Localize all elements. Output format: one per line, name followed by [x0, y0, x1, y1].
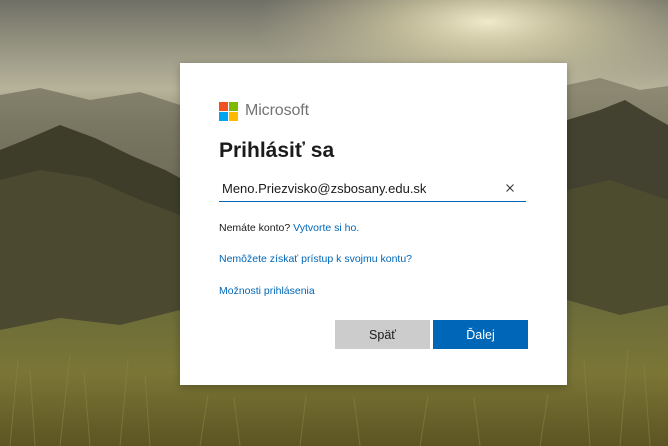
next-button[interactable]: Ďalej	[433, 320, 528, 349]
microsoft-logo-icon	[219, 101, 238, 121]
clear-icon[interactable]	[503, 181, 517, 195]
microsoft-logo: Microsoft	[219, 101, 309, 121]
logo-square-blue	[219, 111, 228, 121]
signin-options-row: Možnosti prihlásenia	[219, 285, 315, 297]
signin-card: Microsoft Prihlásiť sa Meno.Priezvisko@z…	[180, 63, 567, 385]
create-account-row: Nemáte konto? Vytvorte si ho.	[219, 222, 359, 234]
back-button[interactable]: Späť	[335, 320, 430, 349]
brand-name: Microsoft	[245, 102, 309, 119]
cant-access-row: Nemôžete získať prístup k svojmu kontu?	[219, 253, 412, 265]
logo-square-red	[219, 101, 228, 111]
signin-page: Microsoft Prihlásiť sa Meno.Priezvisko@z…	[0, 0, 668, 446]
cant-access-account-link[interactable]: Nemôžete získať prístup k svojmu kontu?	[219, 253, 412, 265]
email-input-value[interactable]: Meno.Priezvisko@zsbosany.edu.sk	[219, 181, 503, 196]
email-field[interactable]: Meno.Priezvisko@zsbosany.edu.sk	[219, 175, 526, 202]
create-account-link[interactable]: Vytvorte si ho.	[293, 222, 359, 234]
no-account-text: Nemáte konto?	[219, 222, 291, 234]
logo-square-green	[229, 101, 238, 111]
signin-options-link[interactable]: Možnosti prihlásenia	[219, 285, 315, 297]
page-title: Prihlásiť sa	[219, 139, 335, 162]
logo-square-yellow	[229, 111, 238, 121]
